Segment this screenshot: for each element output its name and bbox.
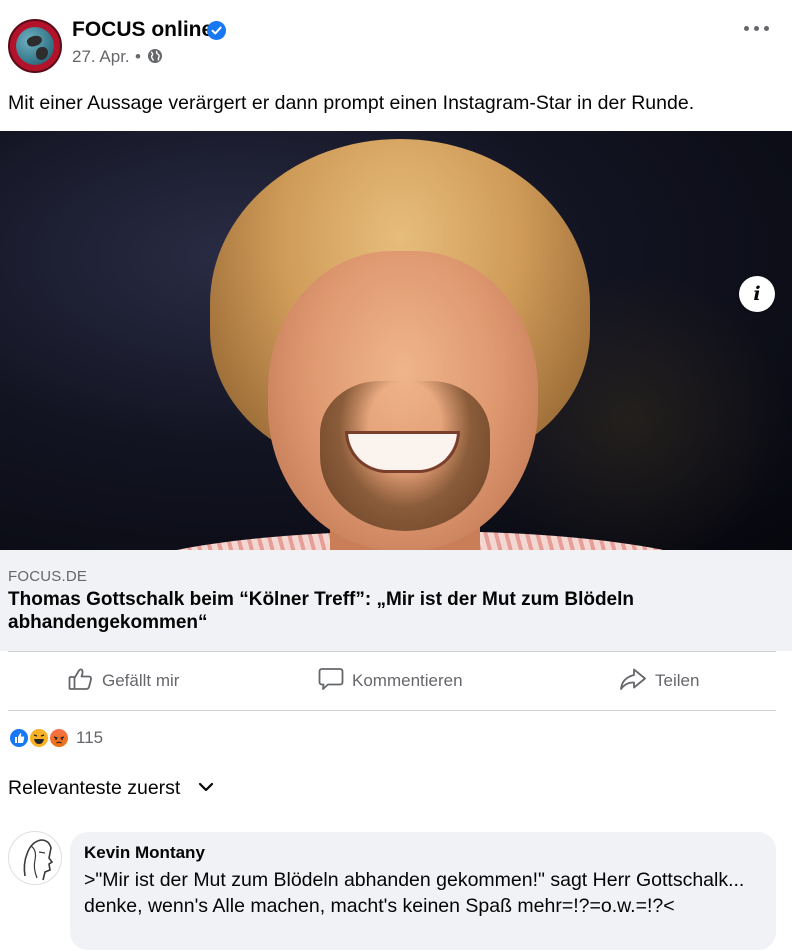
post-text: Mit einer Aussage verärgert er dann prom… — [8, 92, 695, 114]
post-action-bar: Gefällt mir Kommentieren Teilen — [0, 652, 792, 710]
page-avatar[interactable] — [8, 19, 62, 73]
chevron-down-icon[interactable] — [198, 780, 214, 799]
comment-icon — [318, 667, 352, 696]
share-arrow-icon — [619, 667, 655, 696]
like-label: Gefällt mir — [102, 671, 180, 690]
comment-sort-dropdown[interactable]: Relevanteste zuerst — [8, 777, 180, 800]
share-button[interactable]: Teilen — [619, 652, 699, 710]
page-name[interactable]: FOCUS online — [72, 18, 213, 42]
link-title[interactable]: Thomas Gottschalk beim “Kölner Treff”: „… — [8, 588, 708, 634]
link-preview-image[interactable]: i — [0, 131, 792, 550]
comment-author[interactable]: Kevin Montany — [84, 843, 205, 863]
thumbs-up-icon — [68, 667, 102, 696]
haha-reaction-icon — [28, 727, 50, 749]
like-reaction-icon — [8, 727, 30, 749]
post-date[interactable]: 27. Apr. — [72, 47, 130, 67]
more-options-icon[interactable] — [744, 26, 770, 32]
comment-bubble: Kevin Montany >"Mir ist der Mut zum Blöd… — [70, 832, 776, 950]
verified-badge-icon — [207, 21, 226, 40]
focus-logo-globe — [16, 27, 54, 65]
globe-icon — [147, 48, 163, 69]
reaction-count: 115 — [76, 728, 104, 747]
divider — [8, 710, 776, 711]
link-domain: FOCUS.DE — [8, 568, 88, 585]
post-header: FOCUS online 27. Apr. • — [0, 0, 792, 88]
meta-separator: • — [135, 47, 141, 66]
info-icon[interactable]: i — [739, 276, 775, 312]
comment-label: Kommentieren — [352, 671, 463, 690]
reactions-summary[interactable]: 115 — [8, 727, 208, 749]
commenter-avatar[interactable] — [8, 831, 62, 885]
link-preview-box[interactable]: FOCUS.DE Thomas Gottschalk beim “Kölner … — [0, 550, 792, 651]
angry-reaction-icon — [48, 727, 70, 749]
share-label: Teilen — [655, 671, 700, 690]
like-button[interactable]: Gefällt mir — [68, 652, 179, 710]
comment-button[interactable]: Kommentieren — [318, 652, 463, 710]
comment-text: >"Mir ist der Mut zum Blödeln abhanden g… — [84, 869, 745, 917]
